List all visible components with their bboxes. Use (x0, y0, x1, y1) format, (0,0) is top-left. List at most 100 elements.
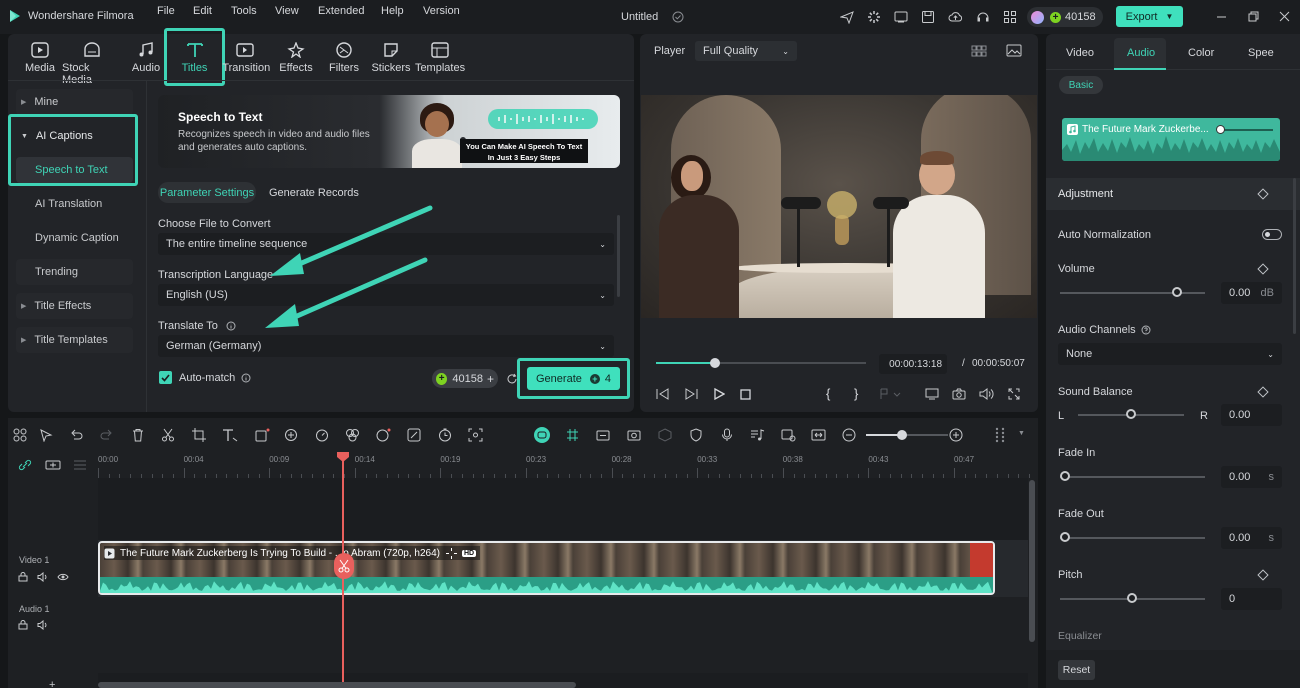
mark-out-icon[interactable]: } (854, 386, 858, 401)
auto-reframe-icon[interactable] (468, 428, 483, 442)
help-icon[interactable] (1141, 325, 1151, 335)
record-voice-mic-icon[interactable] (720, 428, 734, 442)
snapshot-image-icon[interactable] (1006, 44, 1022, 57)
undo-icon[interactable] (69, 428, 83, 442)
quality-select[interactable]: Full Quality ⌄ (695, 41, 797, 61)
menu-version[interactable]: Version (423, 5, 460, 17)
split-scissors-icon[interactable] (161, 428, 175, 442)
volume-field[interactable]: 0.00 dB (1221, 282, 1282, 304)
zoom-knob[interactable] (897, 430, 907, 440)
tab-color[interactable]: Color (1188, 47, 1214, 59)
mark-in-icon[interactable]: { (826, 386, 830, 401)
keyframe-diamond-icon[interactable] (1257, 188, 1269, 200)
next-frame-icon[interactable] (685, 388, 698, 400)
add-track-icon[interactable] (45, 459, 61, 471)
timeline-horizontal-scrollbar[interactable] (98, 682, 576, 688)
pitch-knob[interactable] (1127, 593, 1137, 603)
properties-scrollbar[interactable] (1293, 178, 1296, 334)
sidebar-item-mine[interactable]: ▶ Mine (16, 89, 133, 115)
tab-transitions[interactable]: Transitions (220, 42, 270, 74)
avatar[interactable] (1031, 10, 1044, 24)
menu-view[interactable]: View (275, 5, 299, 17)
automatch-checkbox[interactable] (159, 371, 172, 384)
sidebar-item-dynamic-caption[interactable]: Dynamic Caption (16, 225, 133, 251)
grid-view-icon[interactable] (971, 45, 987, 57)
credits-badge[interactable]: + 40158 (1027, 7, 1103, 27)
chevron-down-icon[interactable]: ▼ (1018, 430, 1025, 437)
fit-timeline-icon[interactable] (811, 428, 826, 442)
headset-support-icon[interactable] (976, 10, 990, 24)
info-icon[interactable] (226, 321, 236, 331)
ai-mask-icon[interactable] (284, 428, 299, 442)
fade-in-slider[interactable] (1060, 476, 1205, 478)
basic-chip[interactable]: Basic (1059, 76, 1103, 94)
volume-icon[interactable] (979, 388, 994, 400)
speed-timer-icon[interactable] (315, 428, 330, 442)
tab-generate-records[interactable]: Generate Records (269, 187, 359, 199)
tab-templates[interactable]: Templates (415, 42, 465, 74)
chevron-down-icon[interactable]: ▼ (1165, 12, 1173, 21)
sound-balance-field[interactable]: 0.00 (1221, 404, 1282, 426)
crop-icon[interactable] (192, 428, 206, 442)
menu-edit[interactable]: Edit (193, 5, 212, 17)
clip-volume-knob[interactable] (1216, 125, 1225, 134)
magic-edit-icon[interactable] (407, 428, 422, 442)
save-icon[interactable] (921, 10, 935, 24)
grid-apps-icon[interactable] (1003, 10, 1017, 24)
track-lock-icon[interactable] (18, 620, 28, 630)
ai-tool-icon[interactable] (376, 428, 391, 442)
restore-icon[interactable] (1248, 11, 1259, 22)
loading-icon[interactable] (867, 10, 881, 24)
playback-progress[interactable] (656, 362, 866, 364)
menu-tools[interactable]: Tools (231, 5, 257, 17)
menu-help[interactable]: Help (381, 5, 404, 17)
play-icon[interactable] (714, 388, 725, 400)
sidebar-item-title-templates[interactable]: ▶ Title Templates (16, 327, 133, 353)
tab-video[interactable]: Video (1066, 47, 1094, 59)
zoom-in-icon[interactable] (949, 428, 963, 442)
keyframe-camera-icon[interactable] (627, 428, 642, 442)
close-icon[interactable] (1279, 11, 1290, 22)
tab-stickers[interactable]: Stickers (371, 42, 411, 74)
timeline-vertical-scrollbar[interactable] (1029, 480, 1035, 642)
more-options-grip-icon[interactable] (994, 427, 1006, 443)
zoom-out-icon[interactable] (842, 428, 856, 442)
menu-file[interactable]: File (157, 5, 175, 17)
speech-to-text-banner[interactable]: Speech to Text Recognizes speech in vide… (158, 95, 620, 168)
sidebar-item-title-effects[interactable]: ▶ Title Effects (16, 293, 133, 319)
fullscreen-icon[interactable] (1008, 388, 1020, 400)
shield-icon[interactable] (689, 428, 703, 442)
volume-slider[interactable] (1060, 292, 1205, 294)
layout-grid-icon[interactable] (13, 428, 27, 442)
tab-speed[interactable]: Speed (1248, 47, 1274, 59)
timeline-ruler[interactable]: 00:00 00:04 00:09 00:14 00:19 00:23 00:28 00:33… (98, 452, 1038, 478)
track-audio-icon[interactable] (37, 572, 48, 582)
fade-in-knob[interactable] (1060, 471, 1070, 481)
snap-magnet-icon[interactable] (565, 428, 580, 442)
prev-frame-icon[interactable] (656, 388, 669, 400)
redo-icon[interactable] (100, 428, 114, 442)
fade-out-slider[interactable] (1060, 537, 1205, 539)
current-time-field[interactable]: 00:00:13:18 (879, 354, 947, 374)
track-manager-icon[interactable] (73, 459, 87, 471)
tab-audio[interactable]: Audio (128, 42, 164, 74)
track-audio-icon[interactable] (37, 620, 48, 630)
camera-snapshot-icon[interactable] (952, 388, 966, 400)
track-visibility-eye-icon[interactable] (57, 572, 69, 582)
sidebar-item-speech-to-text[interactable]: Speech to Text (16, 157, 133, 183)
info-icon[interactable] (241, 373, 251, 383)
audio-channels-select[interactable]: None ⌄ (1058, 343, 1282, 365)
color-palette-icon[interactable] (345, 428, 360, 442)
scene-detect-icon[interactable] (781, 428, 796, 442)
sidebar-item-ai-captions[interactable]: ▼ AI Captions (16, 123, 133, 149)
display-icon[interactable] (894, 10, 908, 24)
auto-normalization-toggle[interactable] (1262, 229, 1282, 240)
progress-knob[interactable] (709, 358, 720, 368)
insert-marker-icon[interactable] (880, 388, 902, 400)
sound-balance-knob[interactable] (1126, 409, 1136, 419)
tab-parameter-settings[interactable]: Parameter Settings (158, 182, 256, 203)
shape-record-icon[interactable] (255, 428, 270, 442)
stabilize-icon[interactable] (658, 428, 673, 442)
zoom-slider[interactable] (866, 434, 948, 436)
text-tool-icon[interactable] (222, 428, 238, 442)
